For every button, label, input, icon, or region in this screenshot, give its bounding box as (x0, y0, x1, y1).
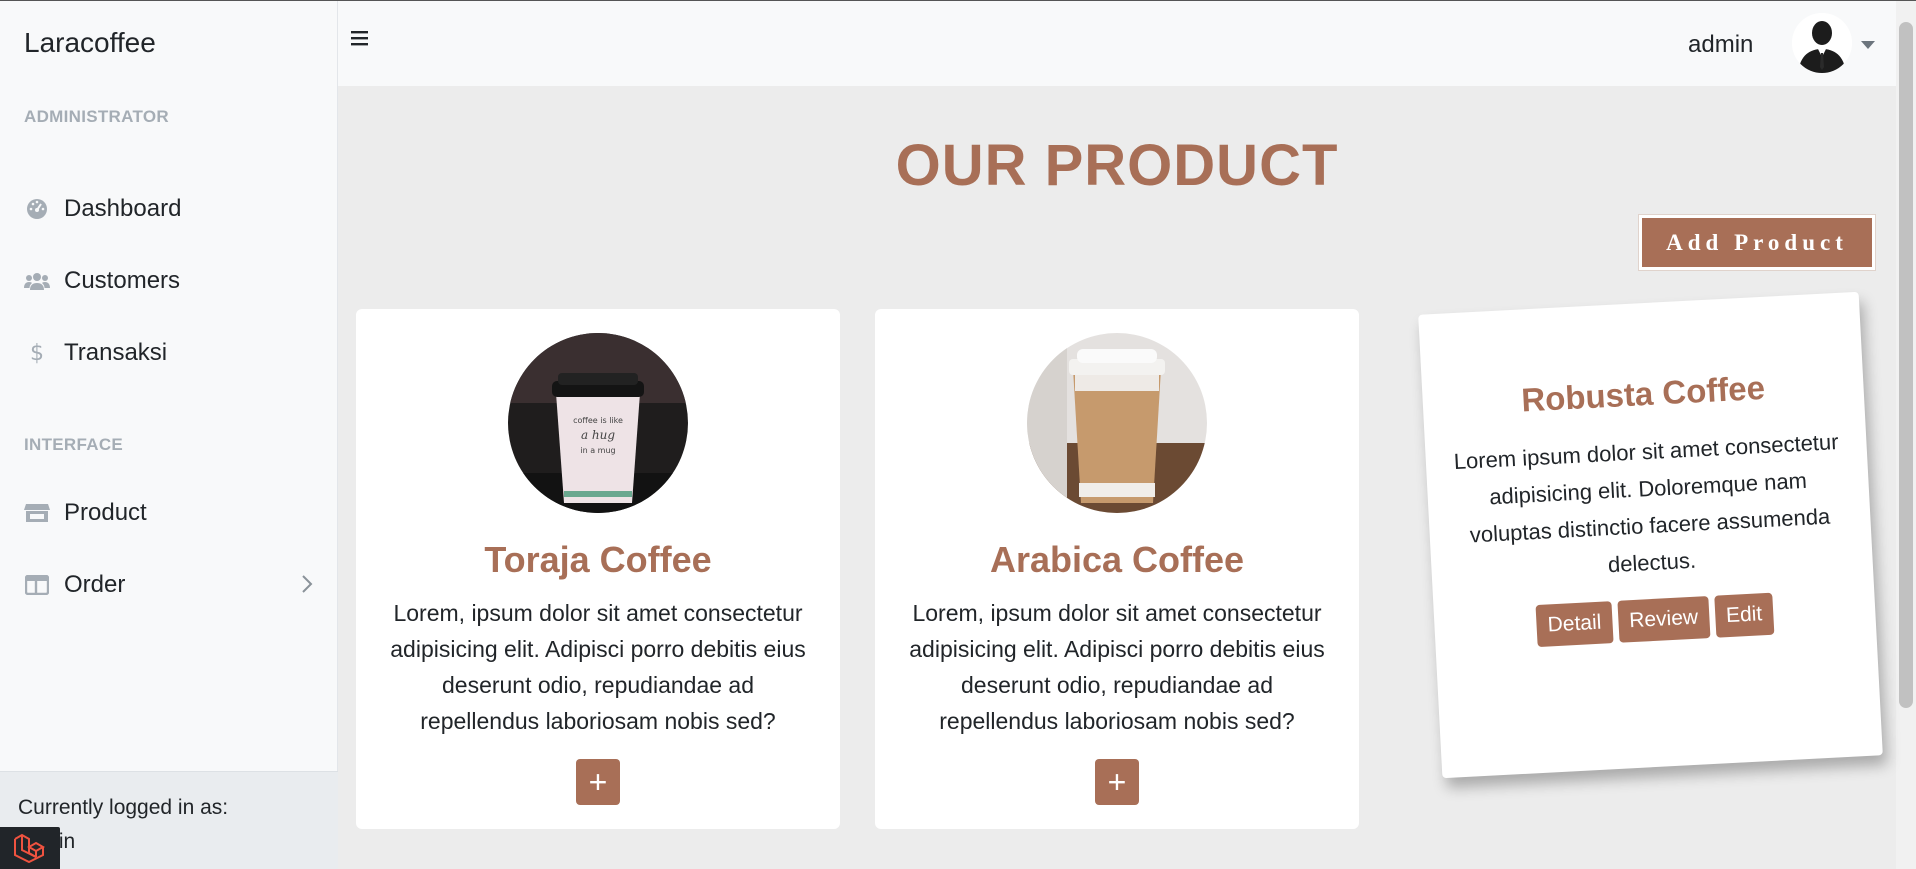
topbar: admin (338, 1, 1896, 86)
product-description: Lorem, ipsum dolor sit amet consectetur … (909, 600, 1325, 734)
edit-button[interactable]: Edit (1713, 592, 1775, 638)
svg-text:in a mug: in a mug (580, 446, 615, 455)
add-to-order-button[interactable]: + (1095, 759, 1139, 805)
store-icon (24, 500, 50, 526)
chevron-down-icon[interactable] (1861, 37, 1875, 55)
users-icon (24, 268, 50, 294)
topbar-username[interactable]: admin (1688, 31, 1753, 59)
product-description: Lorem, ipsum dolor sit amet consectetur … (390, 600, 806, 734)
add-product-button[interactable]: Add Product (1639, 215, 1875, 270)
add-to-order-button[interactable]: + (576, 759, 620, 805)
sidebar-heading-interface: INTERFACE (24, 435, 124, 454)
svg-text:a hug: a hug (581, 428, 615, 442)
review-button[interactable]: Review (1617, 596, 1711, 643)
product-card-robusta: Robusta Coffee Lorem ipsum dolor sit ame… (1418, 291, 1883, 779)
svg-text:coffee is like: coffee is like (573, 416, 623, 425)
dollar-icon: $ (30, 340, 44, 366)
sidebar-item-customers[interactable]: Customers (24, 259, 314, 303)
product-card-arabica: Arabica Coffee Lorem, ipsum dolor sit am… (875, 309, 1359, 829)
user-avatar[interactable] (1792, 13, 1852, 73)
product-name: Robusta Coffee (1520, 368, 1766, 419)
columns-icon (24, 572, 50, 598)
sidebar-item-label: Product (64, 499, 147, 526)
scrollbar-thumb[interactable] (1899, 22, 1913, 708)
sidebar-item-label: Customers (64, 267, 181, 294)
sidebar-item-label: Order (64, 571, 126, 598)
logged-in-label: Currently logged in as: (18, 796, 229, 819)
page-title: OUR PRODUCT (895, 133, 1339, 198)
product-name: Toraja Coffee (484, 539, 712, 580)
product-card-toraja: coffee is like a hug in a mug Toraja Cof… (356, 309, 840, 829)
brand-logo-text[interactable]: Laracoffee (24, 27, 156, 59)
sidebar-item-product[interactable]: Product (24, 491, 314, 535)
product-image-paper-cup (1027, 333, 1207, 513)
product-name: Arabica Coffee (989, 539, 1245, 580)
sidebar-item-label: Dashboard (64, 195, 182, 222)
menu-toggle-icon[interactable] (350, 29, 370, 52)
sidebar: Laracoffee ADMINISTRATOR Dashboard Custo… (0, 1, 338, 869)
product-description: Lorem ipsum dolor sit amet consectetur a… (1453, 429, 1840, 578)
laravel-logo-icon[interactable] (0, 827, 60, 869)
sidebar-item-transaksi[interactable]: $ Transaksi (24, 331, 314, 375)
sidebar-item-dashboard[interactable]: Dashboard (24, 187, 314, 231)
gauge-icon (24, 196, 50, 222)
product-image-cup-mug: coffee is like a hug in a mug (508, 333, 688, 513)
sidebar-heading-administrator: ADMINISTRATOR (24, 107, 169, 126)
sidebar-item-order[interactable]: Order (24, 563, 314, 607)
product-actions: Detail Review Edit (1434, 587, 1877, 652)
detail-button[interactable]: Detail (1535, 601, 1614, 648)
sidebar-item-label: Transaksi (64, 339, 168, 366)
chevron-right-icon (300, 573, 314, 600)
